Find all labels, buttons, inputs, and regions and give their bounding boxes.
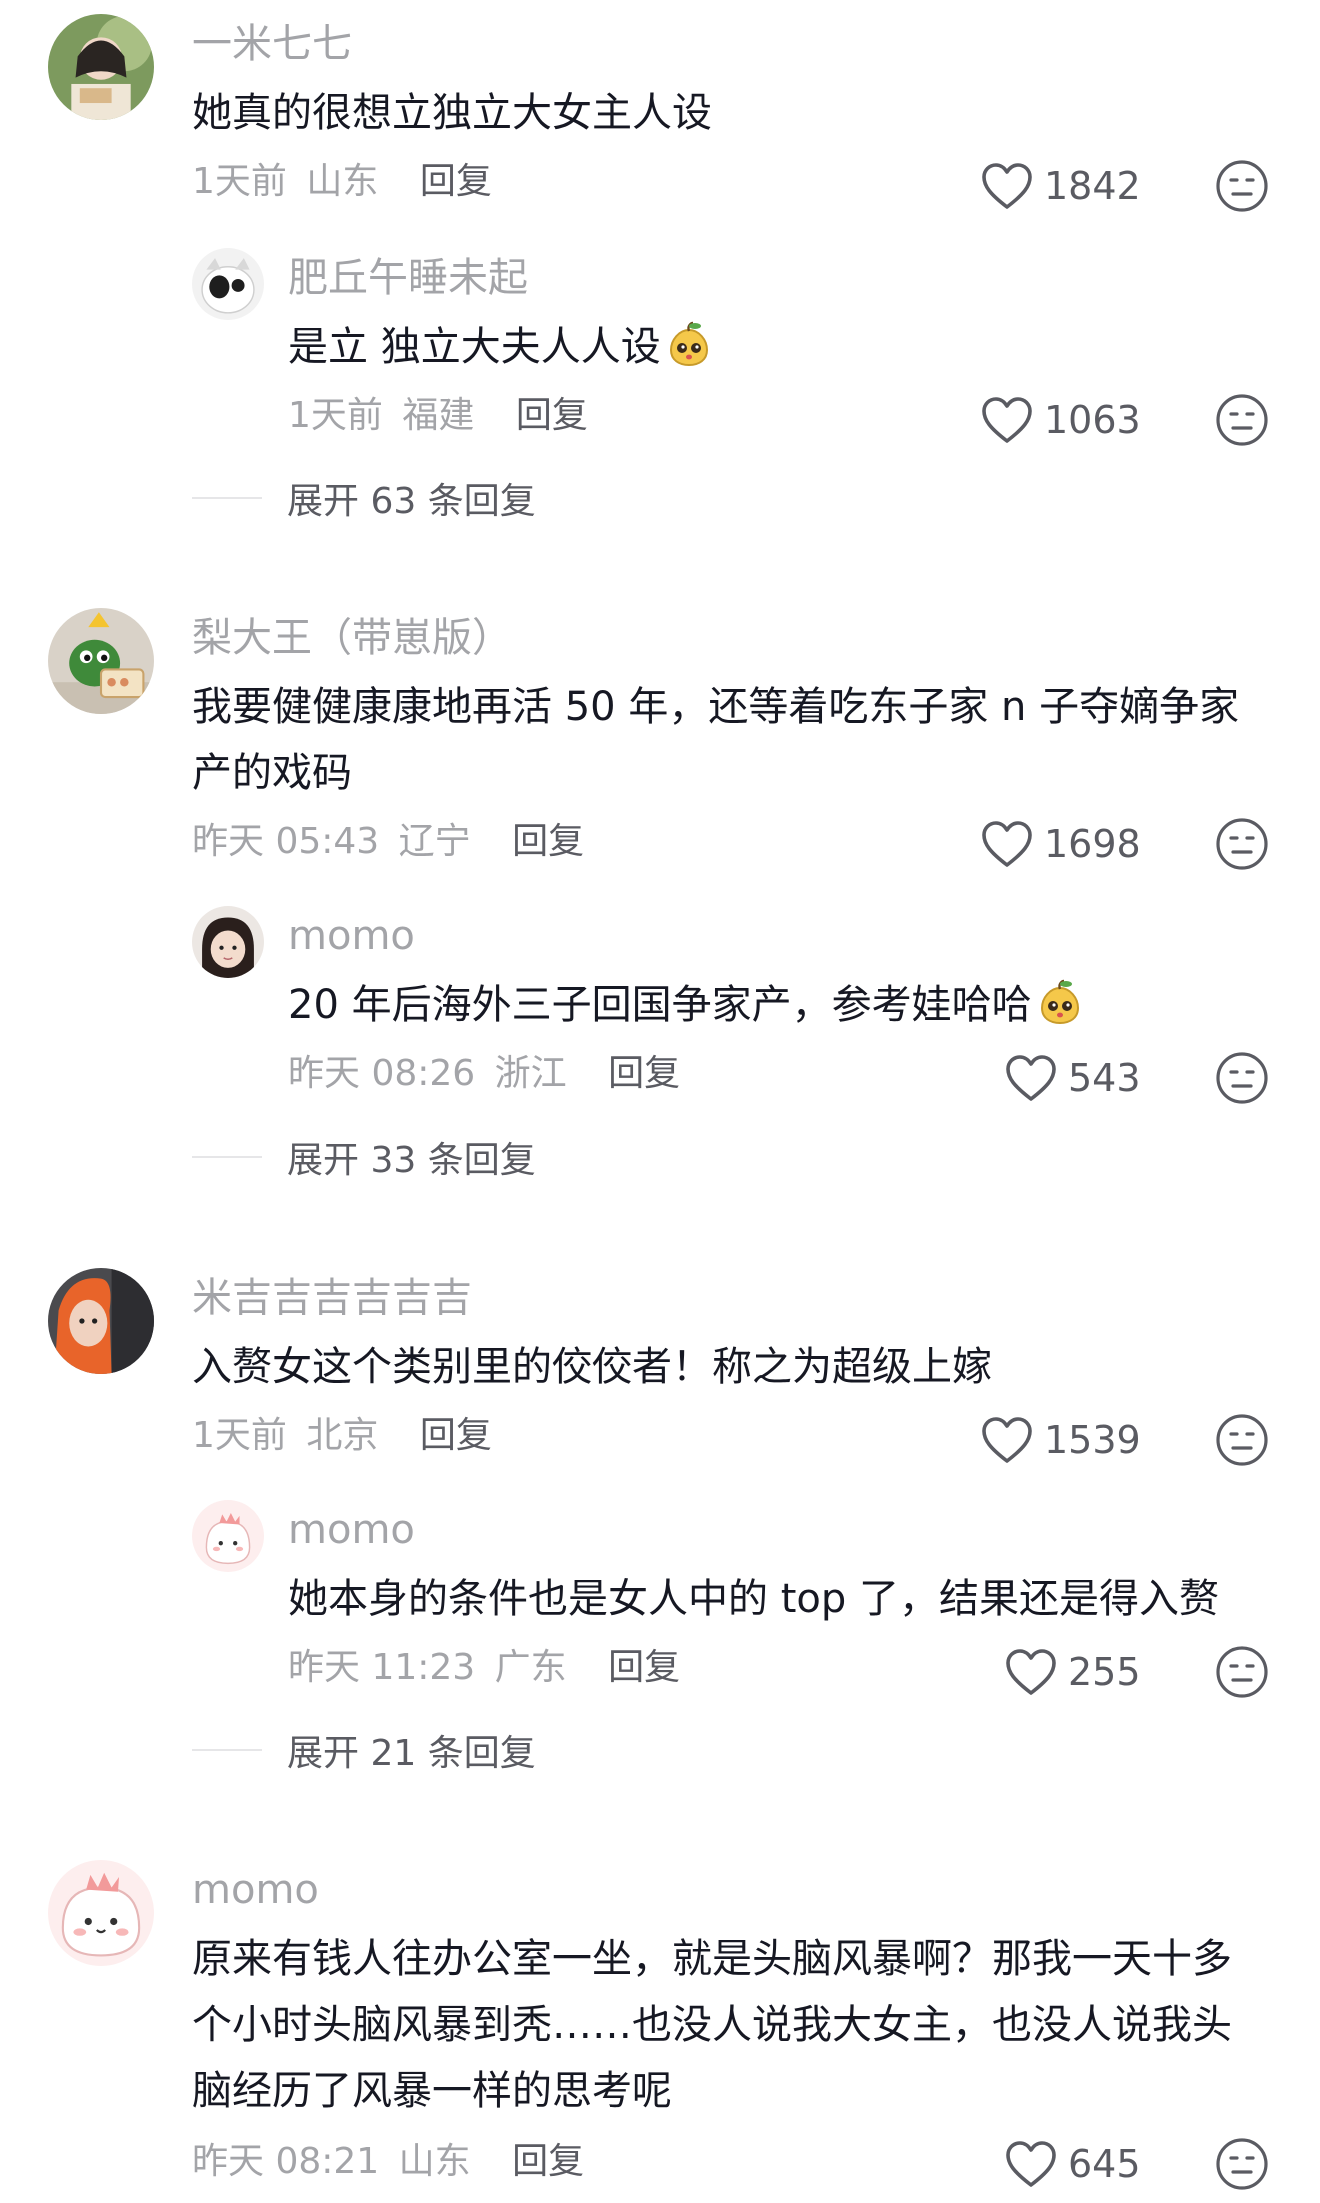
expand-replies-button[interactable]: 展开 33 条回复 — [192, 1132, 536, 1182]
heart-icon — [982, 163, 1032, 209]
comment-username[interactable]: 一米七七 — [192, 18, 352, 70]
pear-face-emoji — [1040, 979, 1079, 1025]
dislike-icon[interactable] — [1214, 1644, 1270, 1700]
divider — [192, 497, 262, 499]
avatar[interactable] — [48, 1268, 154, 1374]
comment-meta: 昨天 05:43 辽宁 回复 — [192, 818, 584, 866]
comment-time: 1天前 — [192, 161, 287, 202]
heart-icon — [1006, 1055, 1056, 1101]
comment-location: 辽宁 — [398, 821, 471, 862]
dislike-icon[interactable] — [1214, 2136, 1270, 2192]
reply-button[interactable]: 回复 — [512, 2141, 584, 2182]
like-count: 1842 — [1044, 164, 1141, 208]
like-button[interactable]: 645 — [1004, 2134, 1141, 2194]
comment-meta: 1天前 山东 回复 — [192, 158, 492, 206]
heart-icon — [982, 1417, 1032, 1463]
reply-username[interactable]: momo — [288, 910, 415, 962]
divider — [192, 1749, 262, 1751]
like-count: 1698 — [1044, 822, 1141, 866]
like-button[interactable]: 1539 — [980, 1410, 1141, 1470]
reply-location: 福建 — [402, 395, 475, 436]
dislike-icon[interactable] — [1214, 1412, 1270, 1468]
like-count: 255 — [1068, 1650, 1141, 1694]
like-count: 543 — [1068, 1056, 1141, 1100]
like-count: 645 — [1068, 2142, 1141, 2186]
reply-meta: 1天前 福建 回复 — [288, 392, 588, 440]
avatar[interactable] — [192, 1500, 264, 1572]
reply-location: 广东 — [494, 1647, 567, 1688]
reply-button[interactable]: 回复 — [608, 1053, 680, 1094]
dislike-icon[interactable] — [1214, 158, 1270, 214]
pear-face-emoji — [669, 321, 708, 367]
comment-username[interactable]: momo — [192, 1864, 319, 1916]
like-button[interactable]: 543 — [1004, 1048, 1141, 1108]
comment-time: 1天前 — [192, 1415, 287, 1456]
dislike-icon[interactable] — [1214, 1050, 1270, 1106]
reply-button[interactable]: 回复 — [608, 1647, 680, 1688]
reply-text: 她本身的条件也是女人中的 top 了，结果还是得入赘 — [288, 1576, 1219, 1622]
comment-username[interactable]: 梨大王（带崽版） — [192, 612, 512, 664]
heart-icon — [982, 821, 1032, 867]
avatar[interactable] — [192, 906, 264, 978]
comment-text: 入赘女这个类别里的佼佼者！称之为超级上嫁 — [192, 1344, 992, 1390]
reply-meta: 昨天 11:23 广东 回复 — [288, 1644, 680, 1692]
comment-time: 昨天 05:43 — [192, 821, 380, 862]
expand-replies-button[interactable]: 展开 63 条回复 — [192, 473, 536, 523]
like-button[interactable]: 1063 — [980, 390, 1141, 450]
reply-time: 1天前 — [288, 395, 383, 436]
divider — [192, 1156, 262, 1158]
comment-meta: 昨天 08:21 山东 回复 — [192, 2138, 584, 2186]
reply-text: 20 年后海外三子回国争家产，参考娃哈哈 — [288, 972, 1248, 1038]
reply-button[interactable]: 回复 — [420, 161, 492, 202]
reply-text: 是立 独立大夫人人设 — [288, 314, 1248, 380]
reply-time: 昨天 08:26 — [288, 1053, 476, 1094]
comment-location: 山东 — [306, 161, 379, 202]
comment-location: 山东 — [398, 2141, 471, 2182]
comment-username[interactable]: 米吉吉吉吉吉吉 — [192, 1272, 472, 1324]
reply-button[interactable]: 回复 — [420, 1415, 492, 1456]
heart-icon — [982, 397, 1032, 443]
avatar[interactable] — [192, 248, 264, 320]
like-button[interactable]: 1842 — [980, 156, 1141, 216]
comment-text: 我要健健康康地再活 50 年，还等着吃东子家 n 子夺嫡争家产的戏码 — [192, 684, 1240, 796]
reply-location: 浙江 — [494, 1053, 567, 1094]
heart-icon — [1006, 1649, 1056, 1695]
dislike-icon[interactable] — [1214, 392, 1270, 448]
comment-text: 她真的很想立独立大女主人设 — [192, 90, 712, 136]
avatar[interactable] — [48, 608, 154, 714]
avatar[interactable] — [48, 1860, 154, 1966]
reply-button[interactable]: 回复 — [512, 821, 584, 862]
heart-icon — [1006, 2141, 1056, 2187]
dislike-icon[interactable] — [1214, 816, 1270, 872]
avatar[interactable] — [48, 14, 154, 120]
like-button[interactable]: 1698 — [980, 814, 1141, 874]
reply-time: 昨天 11:23 — [288, 1647, 476, 1688]
like-button[interactable]: 255 — [1004, 1642, 1141, 1702]
comment-text: 原来有钱人往办公室一坐，就是头脑风暴啊？那我一天十多个小时头脑风暴到秃……也没人… — [192, 1936, 1232, 2114]
reply-button[interactable]: 回复 — [516, 395, 588, 436]
reply-username[interactable]: 肥丘午睡未起 — [288, 252, 528, 304]
like-count: 1063 — [1044, 398, 1141, 442]
expand-replies-button[interactable]: 展开 21 条回复 — [192, 1725, 536, 1775]
comment-location: 北京 — [306, 1415, 379, 1456]
like-count: 1539 — [1044, 1418, 1141, 1462]
comment-meta: 1天前 北京 回复 — [192, 1412, 492, 1460]
reply-meta: 昨天 08:26 浙江 回复 — [288, 1050, 680, 1098]
reply-username[interactable]: momo — [288, 1504, 415, 1556]
comment-time: 昨天 08:21 — [192, 2141, 380, 2182]
